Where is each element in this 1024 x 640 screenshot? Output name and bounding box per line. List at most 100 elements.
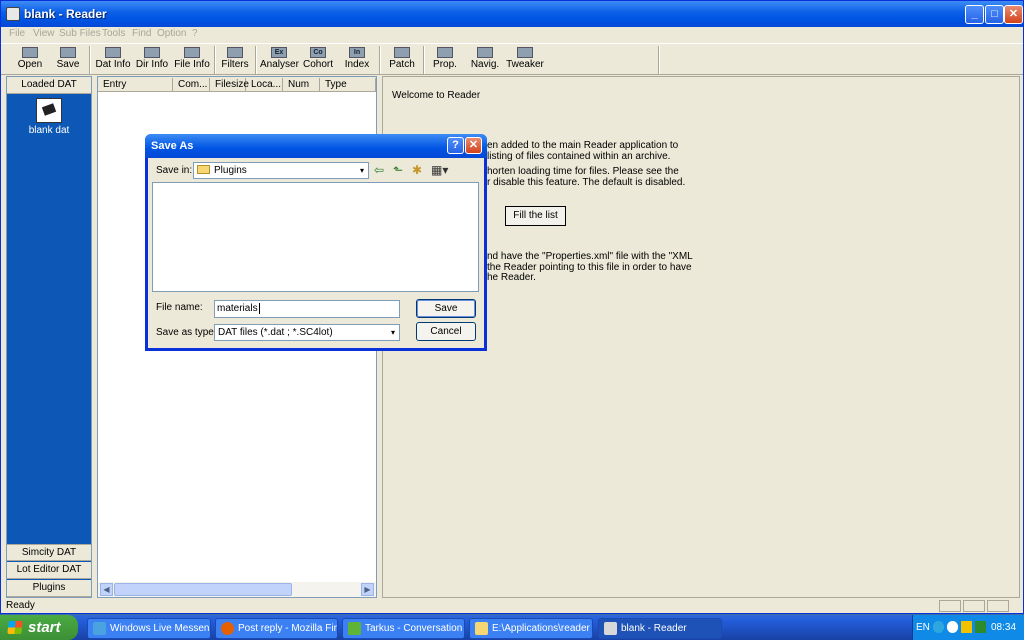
patch-button[interactable]: Patch [386, 45, 418, 75]
toolbar-separator [89, 46, 91, 74]
tweaker-button[interactable]: Tweaker [506, 45, 544, 75]
toolbar-separator [658, 46, 660, 74]
file-browser-area[interactable] [152, 182, 479, 292]
column-entry[interactable]: Entry [98, 78, 173, 91]
menu-help[interactable]: ? [192, 28, 198, 39]
menu-find[interactable]: Find [132, 28, 151, 39]
app-icon [6, 7, 20, 21]
minimize-button[interactable]: _ [965, 5, 984, 24]
task-firefox[interactable]: Post reply - Mozilla Fir... [215, 618, 338, 639]
dialog-title-bar[interactable]: Save As ? ✕ [145, 134, 487, 158]
dir-info-button[interactable]: Dir Info [134, 45, 170, 75]
new-folder-icon[interactable]: ✱ [412, 163, 422, 177]
loaded-dat-item[interactable]: blank dat [7, 125, 91, 136]
text-cursor [258, 303, 260, 314]
update-icon[interactable] [975, 621, 986, 633]
dir-info-icon [144, 47, 160, 58]
task-reader[interactable]: blank - Reader [598, 618, 722, 639]
dat-info-button[interactable]: Dat Info [94, 45, 132, 75]
tweaker-icon [517, 47, 533, 58]
view-menu-icon[interactable]: ▦▾ [431, 163, 448, 177]
cancel-button[interactable]: Cancel [416, 322, 476, 341]
filters-icon [227, 47, 243, 58]
welcome-text: Welcome to Reader [392, 90, 481, 101]
filters-button[interactable]: Filters [219, 45, 251, 75]
dat-info-icon [105, 47, 121, 58]
status-pane [963, 600, 985, 612]
open-button[interactable]: Open [13, 45, 47, 75]
dialog-title: Save As [151, 140, 194, 152]
loaded-dat-header[interactable]: Loaded DAT [7, 77, 91, 94]
maximize-button[interactable]: □ [985, 5, 1004, 24]
menu-sub-files[interactable]: Sub Files [59, 28, 101, 39]
window-title: blank - Reader [24, 7, 107, 21]
menu-file[interactable]: File [9, 28, 25, 39]
toolbar-separator [423, 46, 425, 74]
plugins-tab[interactable]: Plugins [7, 580, 91, 597]
lot-editor-dat-tab[interactable]: Lot Editor DAT [7, 562, 91, 579]
status-bar: Ready [1, 598, 1023, 614]
dialog-close-button[interactable]: ✕ [465, 137, 482, 154]
cohort-icon: Co [310, 47, 326, 58]
horizontal-scrollbar[interactable]: ◀ ▶ [98, 582, 376, 597]
file-name-label: File name: [156, 302, 203, 313]
help-button[interactable]: ? [447, 137, 464, 154]
menu-option[interactable]: Option [157, 28, 186, 39]
taskbar: start Windows Live Messen... Post reply … [0, 615, 1024, 640]
chevron-down-icon: ▾ [359, 166, 364, 175]
save-in-select[interactable]: Plugins ▾ [193, 162, 369, 179]
index-icon: In [349, 47, 365, 58]
navigator-icon [477, 47, 493, 58]
open-icon [22, 47, 38, 58]
back-icon[interactable]: ⇦ [374, 163, 384, 177]
task-explorer[interactable]: E:\Applications\reader [469, 618, 593, 639]
analyser-icon: Ex [271, 47, 287, 58]
task-messenger[interactable]: Windows Live Messen... [87, 618, 211, 639]
info-line: horten loading time for files. Please se… [487, 166, 679, 177]
file-info-button[interactable]: File Info [173, 45, 211, 75]
simcity-dat-tab[interactable]: Simcity DAT [7, 544, 91, 561]
save-as-type-select[interactable]: DAT files (*.dat ; *.SC4lot) ▾ [214, 324, 400, 341]
save-as-dialog: Save As ? ✕ Save in: Plugins ▾ ⇦ ⬑ ✱ ▦▾ … [145, 134, 487, 351]
dat-file-icon[interactable] [36, 98, 62, 123]
clock[interactable]: 08:34 [991, 615, 1016, 640]
language-indicator[interactable]: EN [916, 615, 930, 640]
close-button[interactable]: ✕ [1004, 5, 1023, 24]
up-folder-icon[interactable]: ⬑ [393, 163, 403, 177]
column-num[interactable]: Num [283, 78, 320, 91]
info-line: nd have the "Properties.xml" file with t… [487, 251, 693, 262]
save-button[interactable]: Save [416, 299, 476, 318]
file-name-input[interactable]: materials [214, 300, 400, 318]
menu-view[interactable]: View [33, 28, 55, 39]
column-type[interactable]: Type [320, 78, 376, 91]
column-location[interactable]: Loca... [246, 78, 283, 91]
save-button[interactable]: Save [53, 45, 83, 75]
column-compressed[interactable]: Com... [173, 78, 210, 91]
fill-list-button[interactable]: Fill the list [505, 206, 566, 226]
messenger-tray-icon[interactable] [947, 621, 958, 633]
status-text: Ready [6, 600, 35, 611]
security-icon[interactable] [961, 621, 972, 633]
reader-window: blank - Reader _ □ ✕ File View Sub Files… [0, 0, 1024, 614]
cohort-button[interactable]: Co Cohort [301, 45, 335, 75]
status-pane [939, 600, 961, 612]
scroll-left-icon[interactable]: ◀ [100, 583, 113, 596]
menu-tools[interactable]: Tools [102, 28, 125, 39]
status-pane [987, 600, 1009, 612]
title-bar[interactable]: blank - Reader _ □ ✕ [1, 1, 1023, 27]
start-button[interactable]: start [0, 615, 78, 640]
network-icon[interactable] [933, 621, 944, 633]
navigator-button[interactable]: Navig. [469, 45, 501, 75]
list-header: Entry Com... Filesize Loca... Num Type [98, 77, 376, 92]
analyser-button[interactable]: Ex Analyser [260, 45, 299, 75]
scroll-right-icon[interactable]: ▶ [361, 583, 374, 596]
left-panel: Loaded DAT blank dat Simcity DAT Lot Edi… [6, 76, 92, 598]
properties-button[interactable]: Prop. [430, 45, 460, 75]
index-button[interactable]: In Index [341, 45, 373, 75]
toolbar-separator [255, 46, 257, 74]
messenger-icon [93, 622, 106, 635]
folder-icon [475, 622, 488, 635]
scroll-thumb[interactable] [114, 583, 292, 596]
task-conversation[interactable]: Tarkus - Conversation [342, 618, 465, 639]
column-filesize[interactable]: Filesize [210, 78, 249, 91]
